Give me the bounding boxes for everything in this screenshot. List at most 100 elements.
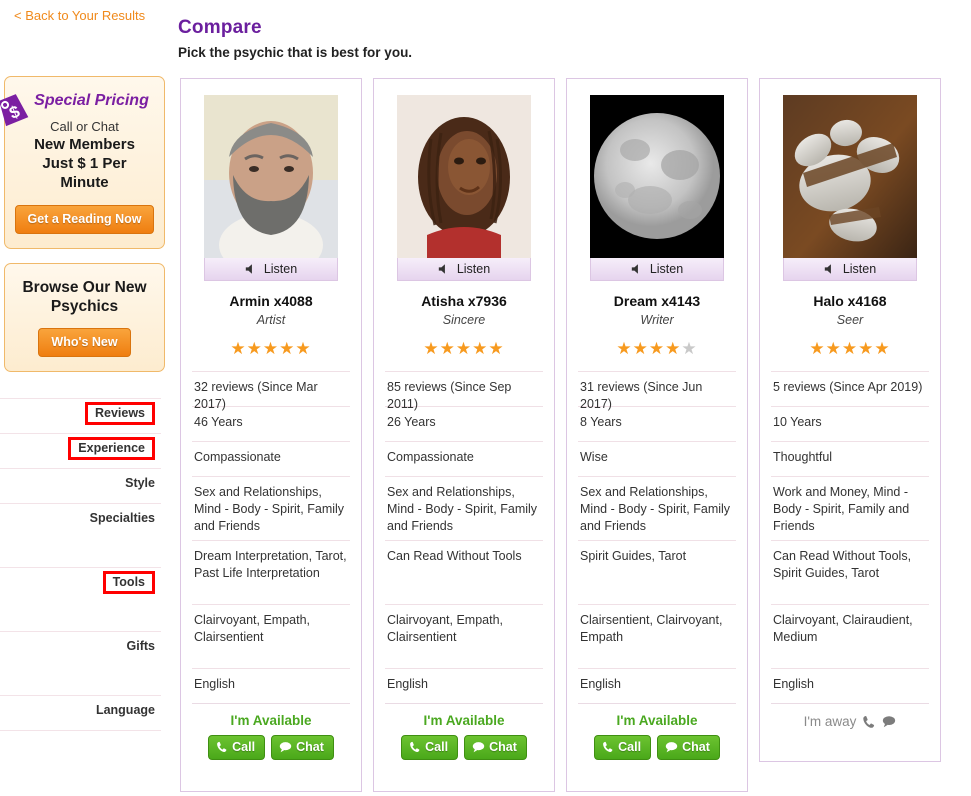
listen-button[interactable]: Listen	[204, 258, 338, 281]
card-row-specialties: Sex and Relationships, Mind - Body - Spi…	[578, 476, 736, 540]
psychic-tagline: Sincere	[442, 313, 486, 327]
rating-star: ★	[858, 339, 875, 358]
card-row-language: English	[771, 668, 929, 703]
card-row-style: Thoughtful	[771, 441, 929, 476]
rating-stars: ★★★★★	[385, 340, 543, 358]
call-button-label: Call	[618, 740, 642, 754]
psychic-card: Listen Armin x4088 Artist ★★★★★ 32 revie…	[180, 78, 362, 792]
speaker-icon	[631, 263, 644, 275]
phone-icon	[602, 741, 614, 753]
rating-star: ★	[825, 339, 842, 358]
card-row-specialties: Sex and Relationships, Mind - Body - Spi…	[385, 476, 543, 540]
rating-star: ★	[262, 339, 280, 358]
rating-star: ★	[472, 339, 489, 358]
card-row-tools: Spirit Guides, Tarot	[578, 540, 736, 604]
rating-star: ★	[488, 339, 505, 358]
status-badge: I'm away	[804, 714, 897, 729]
card-row-specialties: Sex and Relationships, Mind - Body - Spi…	[192, 476, 350, 540]
rating-star: ★	[455, 339, 473, 358]
psychic-name[interactable]: Atisha x7936	[385, 293, 543, 309]
status-badge: I'm Available	[423, 713, 505, 728]
card-row-gifts: Clairsentient, Clairvoyant, Empath	[578, 604, 736, 668]
chat-button-label: Chat	[682, 740, 710, 754]
promo-title: Browse Our New Psychics	[22, 278, 147, 316]
row-label-reviews: Reviews	[0, 398, 161, 433]
psychic-name[interactable]: Dream x4143	[578, 293, 736, 309]
row-label-gifts: Gifts	[0, 631, 161, 695]
card-row-reviews: 85 reviews (Since Sep 2011)	[385, 371, 543, 411]
call-button[interactable]: Call	[208, 735, 266, 760]
page-title: Compare	[178, 17, 262, 38]
call-button[interactable]: Call	[401, 735, 459, 760]
availability-section: I'm Available Call Chat	[385, 703, 543, 760]
card-row-language: English	[385, 668, 543, 703]
chat-bubble-icon	[665, 741, 678, 753]
call-button-label: Call	[232, 740, 256, 754]
card-row-tools: Can Read Without Tools, Spirit Guides, T…	[771, 540, 929, 604]
psychic-photo-block: Listen	[192, 79, 350, 281]
rating-star: ★	[665, 339, 682, 358]
rating-star: ★	[439, 339, 456, 358]
whos-new-button[interactable]: Who's New	[38, 328, 131, 358]
compare-page: < Back to Your Results Compare Pick the …	[0, 0, 971, 796]
chat-button-label: Chat	[489, 740, 517, 754]
psychic-name[interactable]: Halo x4168	[771, 293, 929, 309]
status-badge: I'm Available	[616, 713, 698, 728]
row-label-text: Specialties	[89, 511, 155, 525]
psychic-photo-block: Listen	[385, 79, 543, 281]
rating-star: ★	[809, 339, 826, 358]
rating-star: ★	[632, 339, 649, 358]
status-badge: I'm Available	[230, 713, 312, 728]
new-psychics-promo: Browse Our New Psychics Who's New	[4, 262, 165, 373]
card-row-specialties: Work and Money, Mind - Body - Spirit, Fa…	[771, 476, 929, 540]
row-label-text: Tools	[102, 571, 155, 594]
rating-star: ★	[423, 339, 440, 358]
row-label-text: Reviews	[84, 402, 155, 425]
row-divider	[0, 730, 161, 738]
rating-star: ★	[874, 339, 891, 358]
contact-buttons: Call Chat	[192, 735, 350, 760]
listen-button[interactable]: Listen	[397, 258, 531, 281]
chat-button[interactable]: Chat	[657, 735, 720, 760]
call-button[interactable]: Call	[594, 735, 652, 760]
special-pricing-promo: $ Special Pricing Call or Chat New Members…	[0, 76, 165, 249]
psychic-card: Listen Dream x4143 Writer ★★★★★ 31 revie…	[566, 78, 748, 792]
row-label-experience: Experience	[0, 433, 161, 468]
contact-buttons: Call Chat	[385, 735, 543, 760]
rating-star: ★	[841, 339, 859, 358]
get-a-reading-now-button[interactable]: Get a Reading Now	[14, 204, 155, 234]
speaker-icon	[824, 263, 837, 275]
listen-button[interactable]: Listen	[783, 258, 917, 281]
away-label: I'm away	[803, 714, 857, 729]
contact-buttons: Call Chat	[578, 735, 736, 760]
rating-stars: ★★★★★	[192, 340, 350, 358]
card-row-reviews: 32 reviews (Since Mar 2017)	[192, 371, 350, 411]
card-row-reviews: 5 reviews (Since Apr 2019)	[771, 371, 929, 406]
back-to-results-link[interactable]: < Back to Your Results	[14, 8, 145, 23]
page-header: Compare Pick the psychic that is best fo…	[178, 17, 412, 61]
listen-button-label: Listen	[842, 262, 877, 276]
listen-button-label: Listen	[649, 262, 684, 276]
row-label-text: Language	[95, 703, 155, 717]
card-row-tools: Dream Interpretation, Tarot, Past Life I…	[192, 540, 350, 604]
psychic-name[interactable]: Armin x4088	[192, 293, 350, 309]
chat-button[interactable]: Chat	[271, 735, 334, 760]
card-row-gifts: Clairvoyant, Clairaudient, Medium	[771, 604, 929, 668]
psychic-tagline: Seer	[836, 313, 864, 327]
psychic-attributes: 32 reviews (Since Mar 2017) 46 Years Compa…	[192, 371, 350, 703]
row-label-text: Gifts	[126, 639, 155, 653]
psychic-tagline: Artist	[256, 313, 286, 327]
psychic-photo	[204, 95, 338, 258]
availability-section: I'm Available Call Chat	[578, 703, 736, 760]
promo-list: $ Special Pricing Call or Chat New Members…	[0, 76, 165, 373]
price-tag-icon: $	[0, 91, 34, 131]
speaker-icon	[245, 263, 258, 275]
chat-button-label: Chat	[296, 740, 324, 754]
rating-star: ★	[279, 339, 296, 358]
phone-icon	[409, 741, 421, 753]
chat-button[interactable]: Chat	[464, 735, 527, 760]
card-row-language: English	[192, 668, 350, 703]
promo-offer-text: New Members Just $ 1 Per Minute	[34, 136, 135, 191]
listen-button[interactable]: Listen	[590, 258, 724, 281]
promo-title: Special Pricing	[34, 92, 149, 109]
